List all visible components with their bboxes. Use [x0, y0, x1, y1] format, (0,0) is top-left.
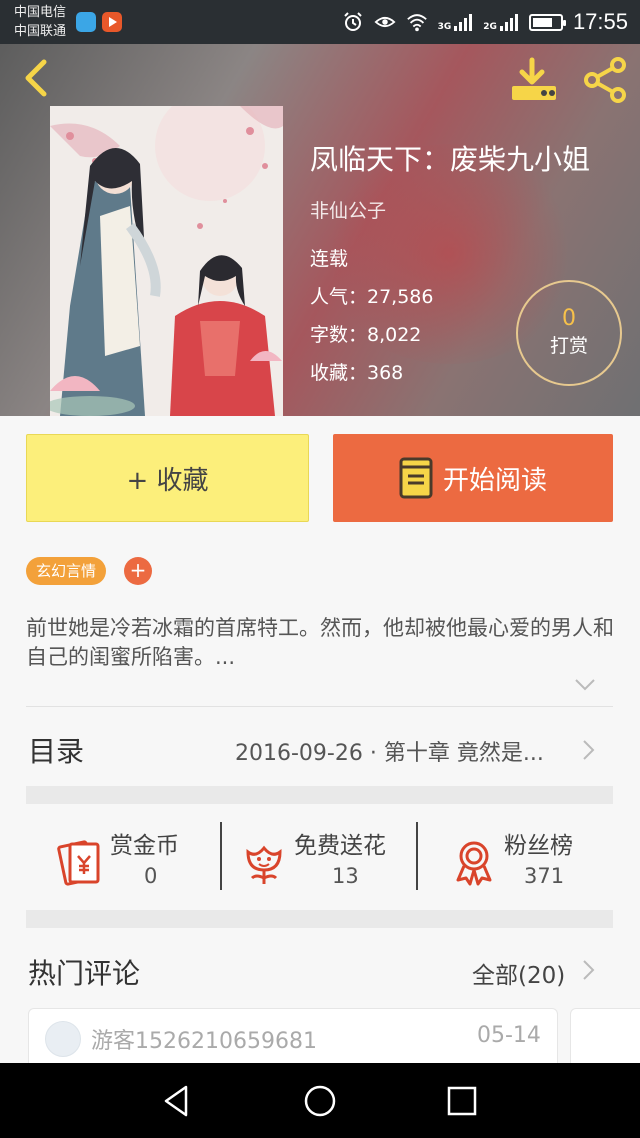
book-intro: 前世她是冷若冰霜的首席特工。然而，他却被他最心爱的男人和自己的闺蜜所陷害。... [26, 616, 614, 669]
notification-video-icon [102, 12, 122, 32]
section-divider [26, 910, 613, 928]
share-icon [584, 57, 626, 103]
genre-tag[interactable]: 玄幻言情 [26, 557, 107, 585]
avatar [45, 1021, 81, 1057]
chevron-right-icon[interactable] [582, 739, 596, 761]
flower-icon [246, 845, 282, 884]
comment-date: 05-14 [477, 1023, 541, 1048]
reward-coins-stat[interactable]: 赏金币 0 [56, 824, 206, 896]
battery-icon [528, 13, 566, 31]
wifi-icon [406, 11, 428, 33]
share-button[interactable] [580, 56, 630, 104]
signal-1-icon: 3G [438, 12, 474, 32]
book-author[interactable]: 非仙公子 [310, 196, 386, 223]
book-favorites: 收藏：368 [310, 362, 404, 384]
fan-ranking-label: 粉丝榜 [504, 833, 573, 859]
fan-ranking-value: 371 [524, 864, 565, 888]
chevron-right-icon[interactable] [582, 959, 596, 981]
stat-separator [416, 822, 418, 890]
download-icon [512, 57, 556, 100]
red-envelope-icon [57, 840, 100, 886]
ribbon-badge-icon [456, 841, 492, 886]
add-tag-button[interactable]: + [124, 557, 152, 585]
divider [26, 706, 613, 707]
alarm-icon [342, 11, 364, 33]
cover-illustration [50, 106, 283, 416]
network-type-2: 2G [483, 22, 497, 32]
comment-username: 游客1526210659681 [91, 1029, 317, 1054]
hot-comments-title: 热门评论 [28, 957, 141, 990]
free-flowers-value: 13 [332, 864, 359, 888]
comment-card[interactable] [570, 1008, 640, 1063]
book-status: 连载 [310, 248, 349, 270]
free-flowers-stat[interactable]: 免费送花 13 [240, 824, 410, 896]
comment-card[interactable]: 游客1526210659681 05-14 [28, 1008, 558, 1063]
carrier-1: 中国电信 [14, 5, 67, 20]
stat-separator [220, 822, 222, 890]
toc-label[interactable]: 目录 [28, 730, 84, 770]
book-popularity: 人气：27,586 [310, 286, 434, 308]
tip-button[interactable]: 0 打赏 [516, 280, 622, 386]
chevron-down-icon[interactable] [574, 678, 596, 692]
book-icon [399, 457, 433, 499]
carrier-info: 中国电信 中国联通 [14, 3, 66, 41]
add-to-collection-button[interactable]: + 收藏 [26, 434, 309, 522]
signal-2-icon: 2G [483, 12, 519, 32]
tip-count: 0 [562, 306, 576, 331]
eye-comfort-icon [374, 11, 396, 33]
download-button[interactable] [508, 56, 560, 104]
toc-latest-chapter[interactable]: 2016-09-26 · 第十章 竟然是... [235, 735, 575, 767]
back-arrow-icon [25, 59, 47, 97]
all-comments-link[interactable]: 全部(20) [472, 956, 565, 990]
tip-label: 打赏 [549, 335, 588, 357]
system-nav-bar [0, 1063, 640, 1138]
reward-coins-label: 赏金币 [110, 833, 179, 859]
book-cover-image[interactable] [50, 106, 283, 416]
clock: 17:55 [572, 9, 628, 34]
reward-coins-value: 0 [144, 864, 158, 888]
nav-home-icon[interactable] [302, 1083, 338, 1119]
nav-recents-icon[interactable] [444, 1083, 480, 1119]
network-type-1: 3G [437, 22, 452, 32]
fan-ranking-stat[interactable]: 粉丝榜 371 [450, 824, 600, 896]
back-button[interactable] [18, 56, 58, 100]
free-flowers-label: 免费送花 [294, 833, 386, 859]
status-bar: 中国电信 中国联通 3G 2G 17:55 [0, 0, 640, 44]
book-detail-content: + 收藏 开始阅读 玄幻言情 + 前世她是冷若冰霜的首席特工。然而，他却被他最心… [0, 416, 640, 1063]
section-divider [26, 786, 613, 804]
battery-level [532, 17, 553, 27]
book-header: 凤临天下：废柴九小姐 非仙公子 连载 人气：27,586 字数：8,022 收藏… [0, 44, 640, 416]
status-icons: 3G 2G 17:55 [342, 8, 628, 36]
read-label: 开始阅读 [442, 465, 547, 496]
nav-back-icon[interactable] [160, 1083, 196, 1119]
carrier-2: 中国联通 [14, 24, 67, 39]
book-title: 凤临天下：废柴九小姐 [310, 143, 591, 176]
book-word-count: 字数：8,022 [310, 324, 422, 346]
start-reading-button[interactable]: 开始阅读 [333, 434, 613, 522]
collect-label: + 收藏 [126, 465, 209, 496]
notification-app-icon [76, 12, 96, 32]
